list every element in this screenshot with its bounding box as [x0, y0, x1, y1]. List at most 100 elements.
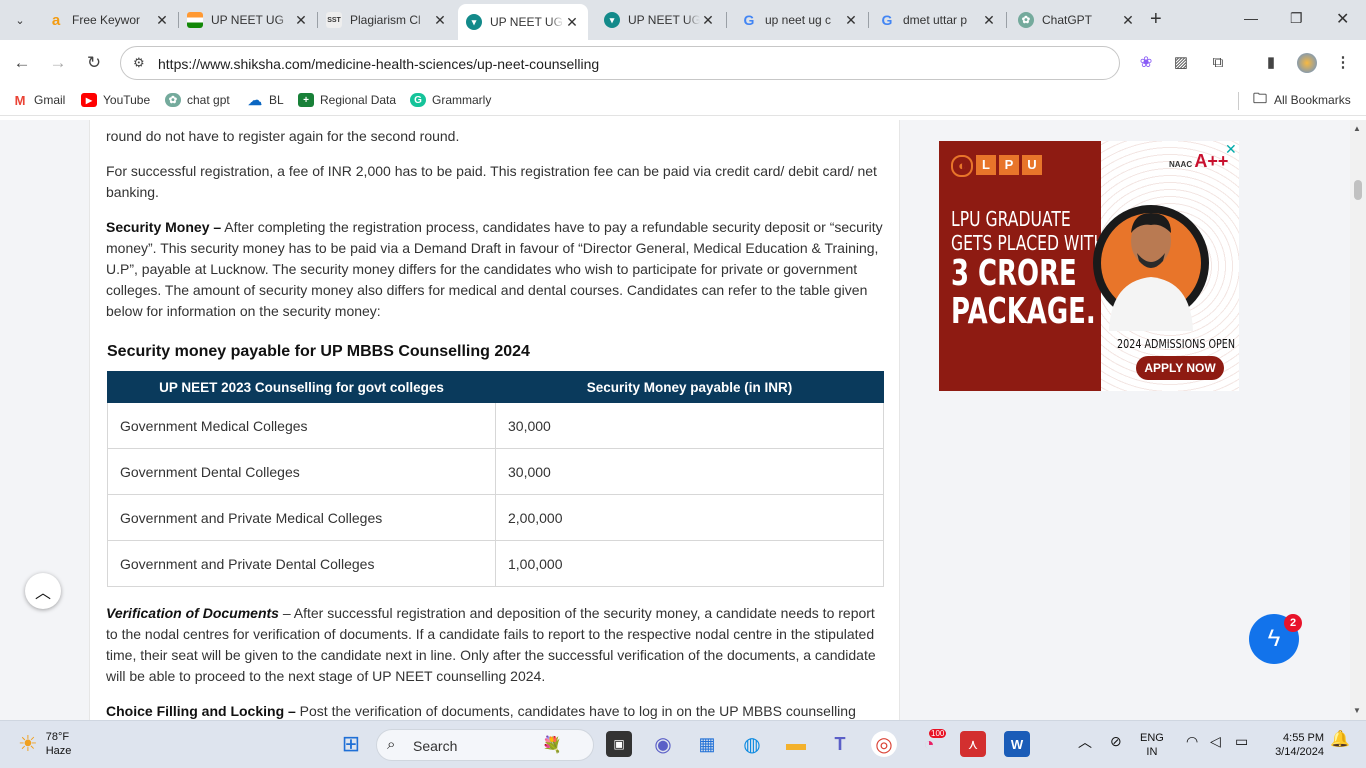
article-content: round do not have to register again for …	[89, 120, 900, 720]
lpu-advertisement[interactable]: ◐ L P U LPU GRADUATE GETS PLACED WITH 3 …	[939, 141, 1239, 391]
window-close-button[interactable]: ✕	[1336, 9, 1349, 29]
acrobat-icon[interactable]: ⋏	[960, 731, 986, 757]
extension-brain-icon[interactable]: ❀	[1136, 53, 1156, 73]
close-icon[interactable]: ✕	[564, 14, 580, 31]
notification-bell-icon[interactable]: 🔔	[1330, 732, 1350, 748]
word-icon[interactable]: W	[1004, 731, 1030, 757]
new-tab-button[interactable]: +	[1150, 9, 1162, 29]
tab-7[interactable]: ✿ ChatGPT ✕	[1010, 6, 1144, 34]
battery-icon[interactable]: ▭	[1235, 734, 1248, 748]
bookmark-label: YouTube	[103, 93, 151, 107]
url-text[interactable]: https://www.shiksha.com/medicine-health-…	[158, 56, 599, 72]
tab-0[interactable]: a Free Keywor ✕	[40, 6, 178, 34]
table-header: Security Money payable (in INR)	[495, 371, 884, 403]
paragraph-register: round do not have to register again for …	[106, 128, 460, 144]
gmail-icon: M	[14, 92, 26, 108]
close-icon[interactable]: ✕	[700, 12, 716, 29]
table-row: Government Medical Colleges 30,000	[107, 402, 884, 449]
paragraph-fee: For successful registration, a fee of IN…	[106, 163, 877, 200]
clock[interactable]: 4:55 PM 3/14/2024	[1264, 731, 1324, 759]
tray-overflow-icon[interactable]: ︿	[1078, 735, 1092, 749]
ad-big-line: PACKAGE.	[951, 291, 1096, 332]
language-indicator[interactable]: ENG IN	[1140, 731, 1164, 759]
weather-temp: 78°F	[45, 731, 70, 743]
folder-icon: 🗀	[1253, 90, 1267, 106]
tab-4[interactable]: ▾ UP NEET UG ✕	[596, 6, 724, 34]
tab-title: up neet ug c	[765, 13, 832, 27]
tab-title: Free Keywor	[72, 13, 141, 27]
site-info-icon[interactable]: ⚙	[133, 55, 145, 71]
bookmark-label: chat gpt	[187, 93, 230, 107]
bold-lead: Verification of Documents	[106, 605, 279, 621]
address-bar[interactable]: ⚙ https://www.shiksha.com/medicine-healt…	[120, 46, 1120, 80]
restore-button[interactable]: ❐	[1290, 10, 1303, 27]
back-button[interactable]: ←	[11, 52, 33, 74]
teams-icon[interactable]: T	[827, 731, 853, 757]
edge-icon[interactable]: ◍	[739, 731, 765, 757]
volume-icon[interactable]: ◁	[1210, 734, 1221, 748]
ad-close-icon[interactable]: ✕	[1225, 141, 1237, 158]
tab-6[interactable]: G dmet uttar p ✕	[871, 6, 1005, 34]
file-explorer-icon[interactable]: ▬	[783, 731, 809, 757]
menu-dots-icon[interactable]: ⋮	[1333, 53, 1353, 73]
table-row: Government and Private Dental Colleges 1,…	[107, 540, 884, 587]
bookmark-label: Gmail	[34, 93, 66, 107]
profile-avatar[interactable]	[1297, 53, 1317, 73]
tray-status-icon[interactable]: ⊘	[1110, 734, 1122, 748]
section-title: Security money payable for UP MBBS Couns…	[107, 343, 530, 360]
table-header: UP NEET 2023 Counselling for govt colleg…	[107, 371, 496, 403]
tab-3-active[interactable]: ▾ UP NEET UG ✕	[458, 4, 588, 40]
wifi-icon[interactable]: ◠	[1186, 734, 1198, 748]
logo-letter: P	[999, 155, 1019, 175]
task-view-icon[interactable]: ▣	[606, 731, 632, 757]
page-scrollbar[interactable]: ▲ ▼	[1350, 120, 1366, 720]
reload-button[interactable]: ↻	[83, 52, 105, 74]
close-icon[interactable]: ✕	[154, 12, 170, 29]
search-highlight-icon: 💐	[542, 737, 562, 754]
bookmark-youtube[interactable]: ▶ YouTube	[81, 93, 150, 107]
scroll-to-top-button[interactable]: ︿	[25, 573, 61, 609]
scroll-down-arrow-icon[interactable]: ▼	[1353, 706, 1361, 715]
table-header-row: UP NEET 2023 Counselling for govt colleg…	[107, 371, 884, 403]
scrollbar-thumb[interactable]	[1354, 180, 1362, 200]
extension-image-icon[interactable]: ▨	[1171, 53, 1191, 73]
minimize-button[interactable]: —	[1244, 10, 1258, 26]
bookmark-label: All Bookmarks	[1274, 93, 1351, 107]
close-icon[interactable]: ✕	[843, 12, 859, 29]
forward-button[interactable]: →	[47, 52, 69, 74]
lpu-logo: ◐ L P U	[951, 155, 1042, 177]
tab-search-button[interactable]: ⌄	[8, 8, 32, 32]
extensions-puzzle-icon[interactable]: ⧉	[1208, 53, 1228, 73]
taskbar-search[interactable]: ⌕ Search 💐	[376, 729, 594, 761]
tab-title: UP NEET UG	[211, 13, 284, 27]
region-code: IN	[1146, 746, 1158, 758]
all-bookmarks-button[interactable]: 🗀 All Bookmarks	[1252, 90, 1351, 107]
close-icon[interactable]: ✕	[293, 12, 309, 29]
bookmark-gmail[interactable]: M Gmail	[12, 92, 66, 108]
weather-widget[interactable]: ☀ 78°F Haze	[18, 730, 71, 758]
cloud-icon: ☁	[248, 91, 262, 108]
bookmark-grammarly[interactable]: G Grammarly	[410, 93, 491, 107]
paragraph-verification: Verification of Documents – After succes…	[106, 603, 886, 687]
bookmark-regional-data[interactable]: + Regional Data	[298, 93, 396, 107]
close-icon[interactable]: ✕	[1120, 12, 1136, 29]
side-panel-icon[interactable]: ▮	[1261, 53, 1281, 73]
meet-icon[interactable]: ◉	[650, 731, 676, 757]
bookmark-bl[interactable]: ☁ BL	[247, 91, 284, 108]
chrome-icon[interactable]: ◎	[871, 731, 897, 757]
table-cell: 30,000	[495, 448, 884, 495]
bold-lead: Security Money –	[106, 219, 222, 235]
windows-start-icon[interactable]: ⊞	[338, 731, 364, 757]
sst-icon: SST	[326, 12, 342, 28]
close-icon[interactable]: ✕	[432, 12, 448, 29]
logo-letter: L	[976, 155, 996, 175]
clock-date: 3/14/2024	[1275, 746, 1324, 758]
bookmark-chat-gpt[interactable]: ✿ chat gpt	[165, 93, 230, 107]
scroll-up-arrow-icon[interactable]: ▲	[1353, 124, 1361, 133]
store-icon[interactable]: ▦	[694, 731, 720, 757]
tab-2[interactable]: SST Plagiarism Cl ✕	[318, 6, 456, 34]
ad-apply-button[interactable]: APPLY NOW	[1136, 356, 1224, 380]
close-icon[interactable]: ✕	[981, 12, 997, 29]
tab-5[interactable]: G up neet ug c ✕	[733, 6, 867, 34]
tab-1[interactable]: UP NEET UG ✕	[179, 6, 317, 34]
